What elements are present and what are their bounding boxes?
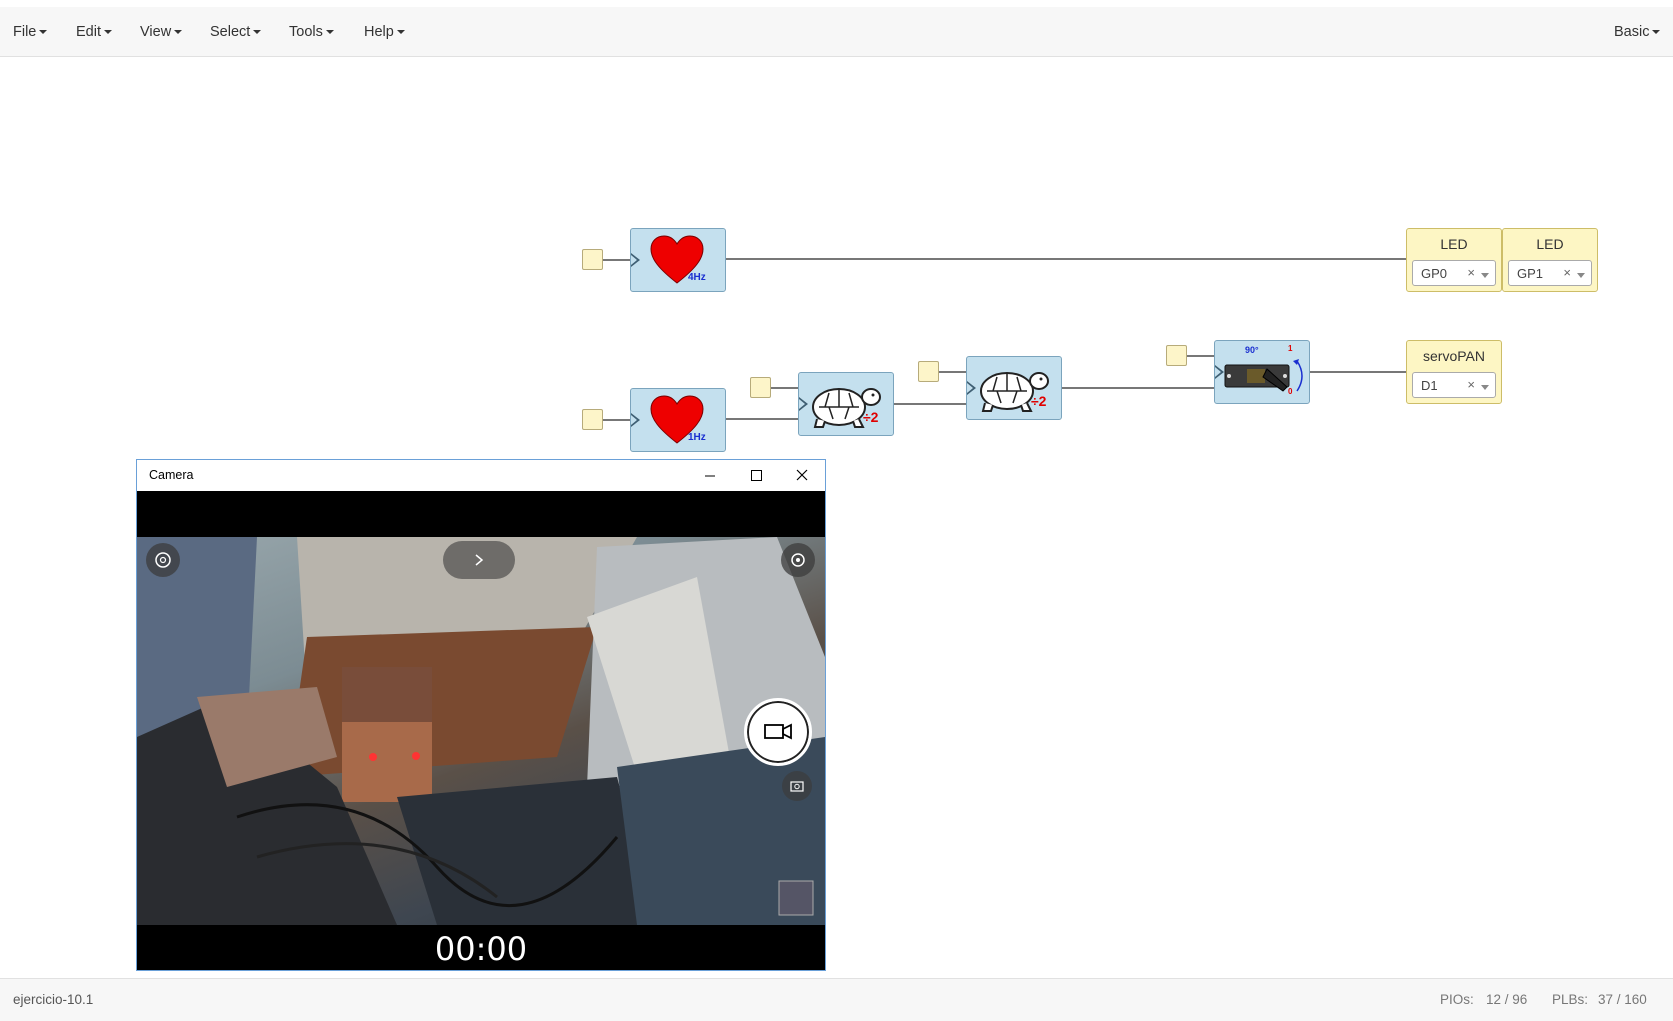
menu-help-label: Help — [364, 24, 394, 40]
menu-file-label: File — [13, 24, 37, 40]
pin-select[interactable]: D1 × — [1412, 372, 1496, 398]
chevron-down-icon[interactable] — [1481, 273, 1489, 278]
pios-label: PIOs: — [1440, 992, 1474, 1007]
clock-block-4hz[interactable]: 4Hz — [630, 228, 726, 292]
wire — [603, 419, 630, 421]
servo-pan-block[interactable]: servoPAN D1 × — [1406, 340, 1502, 404]
led-gp1-block[interactable]: LED GP1 × — [1502, 228, 1598, 292]
port-terminal[interactable] — [750, 377, 771, 398]
pin-value: GP0 — [1421, 266, 1448, 281]
camera-scene-image — [137, 537, 825, 925]
minimize-button[interactable] — [687, 460, 733, 491]
expand-button[interactable] — [443, 541, 515, 579]
port-terminal[interactable] — [582, 409, 603, 430]
aperture-icon — [155, 552, 171, 568]
wire — [725, 418, 799, 420]
clear-icon[interactable]: × — [1467, 265, 1475, 280]
gear-icon — [791, 553, 805, 567]
chevron-right-icon — [475, 554, 484, 566]
caret-icon — [174, 30, 183, 35]
clock-frequency-label: 1Hz — [688, 432, 706, 443]
pin-select[interactable]: GP1 × — [1508, 260, 1592, 286]
wire — [725, 258, 1406, 260]
camera-titlebar[interactable]: Camera — [137, 460, 825, 491]
settings-button[interactable] — [781, 543, 815, 577]
status-bar: ejercicio-10.1 PIOs: 12 / 96 PLBs: 37 / … — [0, 978, 1673, 1021]
pin-value: GP1 — [1517, 266, 1544, 281]
divider-label: ÷2 — [1031, 393, 1047, 409]
video-camera-icon — [764, 723, 792, 740]
clock-block-1hz[interactable]: 1Hz — [630, 388, 726, 452]
maximize-button[interactable] — [733, 460, 779, 491]
servo-angle-label: 90° — [1245, 345, 1259, 355]
servo-block[interactable]: 90° 1 0 — [1214, 340, 1310, 404]
maximize-icon — [751, 470, 762, 481]
plbs-label: PLBs: — [1552, 992, 1589, 1007]
caret-icon — [253, 30, 262, 35]
chevron-down-icon[interactable] — [1577, 273, 1585, 278]
chevron-down-icon[interactable] — [1481, 385, 1489, 390]
pin-value: D1 — [1421, 378, 1438, 393]
close-button[interactable] — [779, 460, 825, 491]
input-port-icon — [631, 253, 640, 267]
divider-block-1[interactable]: ÷2 — [798, 372, 894, 436]
wire — [1061, 387, 1215, 389]
wire — [1309, 371, 1406, 373]
camera-icon — [790, 781, 804, 792]
servo-motor-icon — [1224, 359, 1303, 392]
menu-view[interactable]: View — [140, 7, 183, 57]
app-window: File Edit View Select Tools Help Basic 4… — [0, 0, 1673, 1021]
minimize-icon — [705, 475, 715, 477]
menu-tools[interactable]: Tools — [289, 7, 334, 57]
clear-icon[interactable]: × — [1563, 265, 1571, 280]
camera-title: Camera — [149, 468, 194, 482]
port-terminal[interactable] — [918, 361, 939, 382]
take-photo-button[interactable] — [782, 771, 812, 801]
led-gp0-block[interactable]: LED GP0 × — [1406, 228, 1502, 292]
caret-icon — [325, 30, 334, 35]
port-terminal[interactable] — [582, 249, 603, 270]
menu-bar: File Edit View Select Tools Help Basic — [0, 7, 1673, 57]
caret-icon — [39, 30, 48, 35]
plbs-value: 37 / 160 — [1598, 992, 1647, 1007]
caret-icon — [1652, 30, 1661, 35]
recording-timer: 00:00 — [434, 930, 528, 968]
pios-value: 12 / 96 — [1486, 992, 1528, 1007]
menu-select-label: Select — [210, 24, 251, 40]
caret-icon — [396, 30, 405, 35]
menu-help[interactable]: Help — [364, 7, 405, 57]
project-filename: ejercicio-10.1 — [13, 992, 94, 1007]
menu-basic-label: Basic — [1614, 24, 1650, 40]
input-port-icon — [631, 413, 640, 427]
camera-window[interactable]: Camera 00:00 — [136, 459, 826, 971]
wire — [771, 387, 798, 389]
led-title: LED — [1440, 236, 1468, 252]
divider-block-2[interactable]: ÷2 — [966, 356, 1062, 420]
menu-tools-label: Tools — [289, 24, 323, 40]
port-terminal[interactable] — [1166, 345, 1187, 366]
menu-edit-label: Edit — [76, 24, 101, 40]
wire — [939, 371, 966, 373]
menu-basic[interactable]: Basic — [1614, 7, 1661, 57]
menu-edit[interactable]: Edit — [76, 7, 112, 57]
led-title: LED — [1536, 236, 1564, 252]
record-video-button[interactable] — [744, 698, 812, 766]
clear-icon[interactable]: × — [1467, 377, 1475, 392]
last-capture-thumbnail[interactable] — [779, 881, 813, 915]
menu-view-label: View — [140, 24, 172, 40]
menu-select[interactable]: Select — [210, 7, 262, 57]
servo-one-label: 1 — [1288, 344, 1293, 353]
divider-label: ÷2 — [863, 409, 879, 425]
photo-mode-button[interactable] — [146, 543, 180, 577]
caret-icon — [104, 30, 112, 35]
menu-file[interactable]: File — [13, 7, 48, 57]
wire — [1187, 355, 1214, 357]
close-icon — [796, 469, 808, 481]
servo-pan-title: servoPAN — [1423, 348, 1485, 364]
clock-frequency-label: 4Hz — [688, 272, 706, 283]
wire — [893, 403, 967, 405]
camera-preview — [137, 537, 825, 925]
pin-select[interactable]: GP0 × — [1412, 260, 1496, 286]
wire — [603, 259, 630, 261]
